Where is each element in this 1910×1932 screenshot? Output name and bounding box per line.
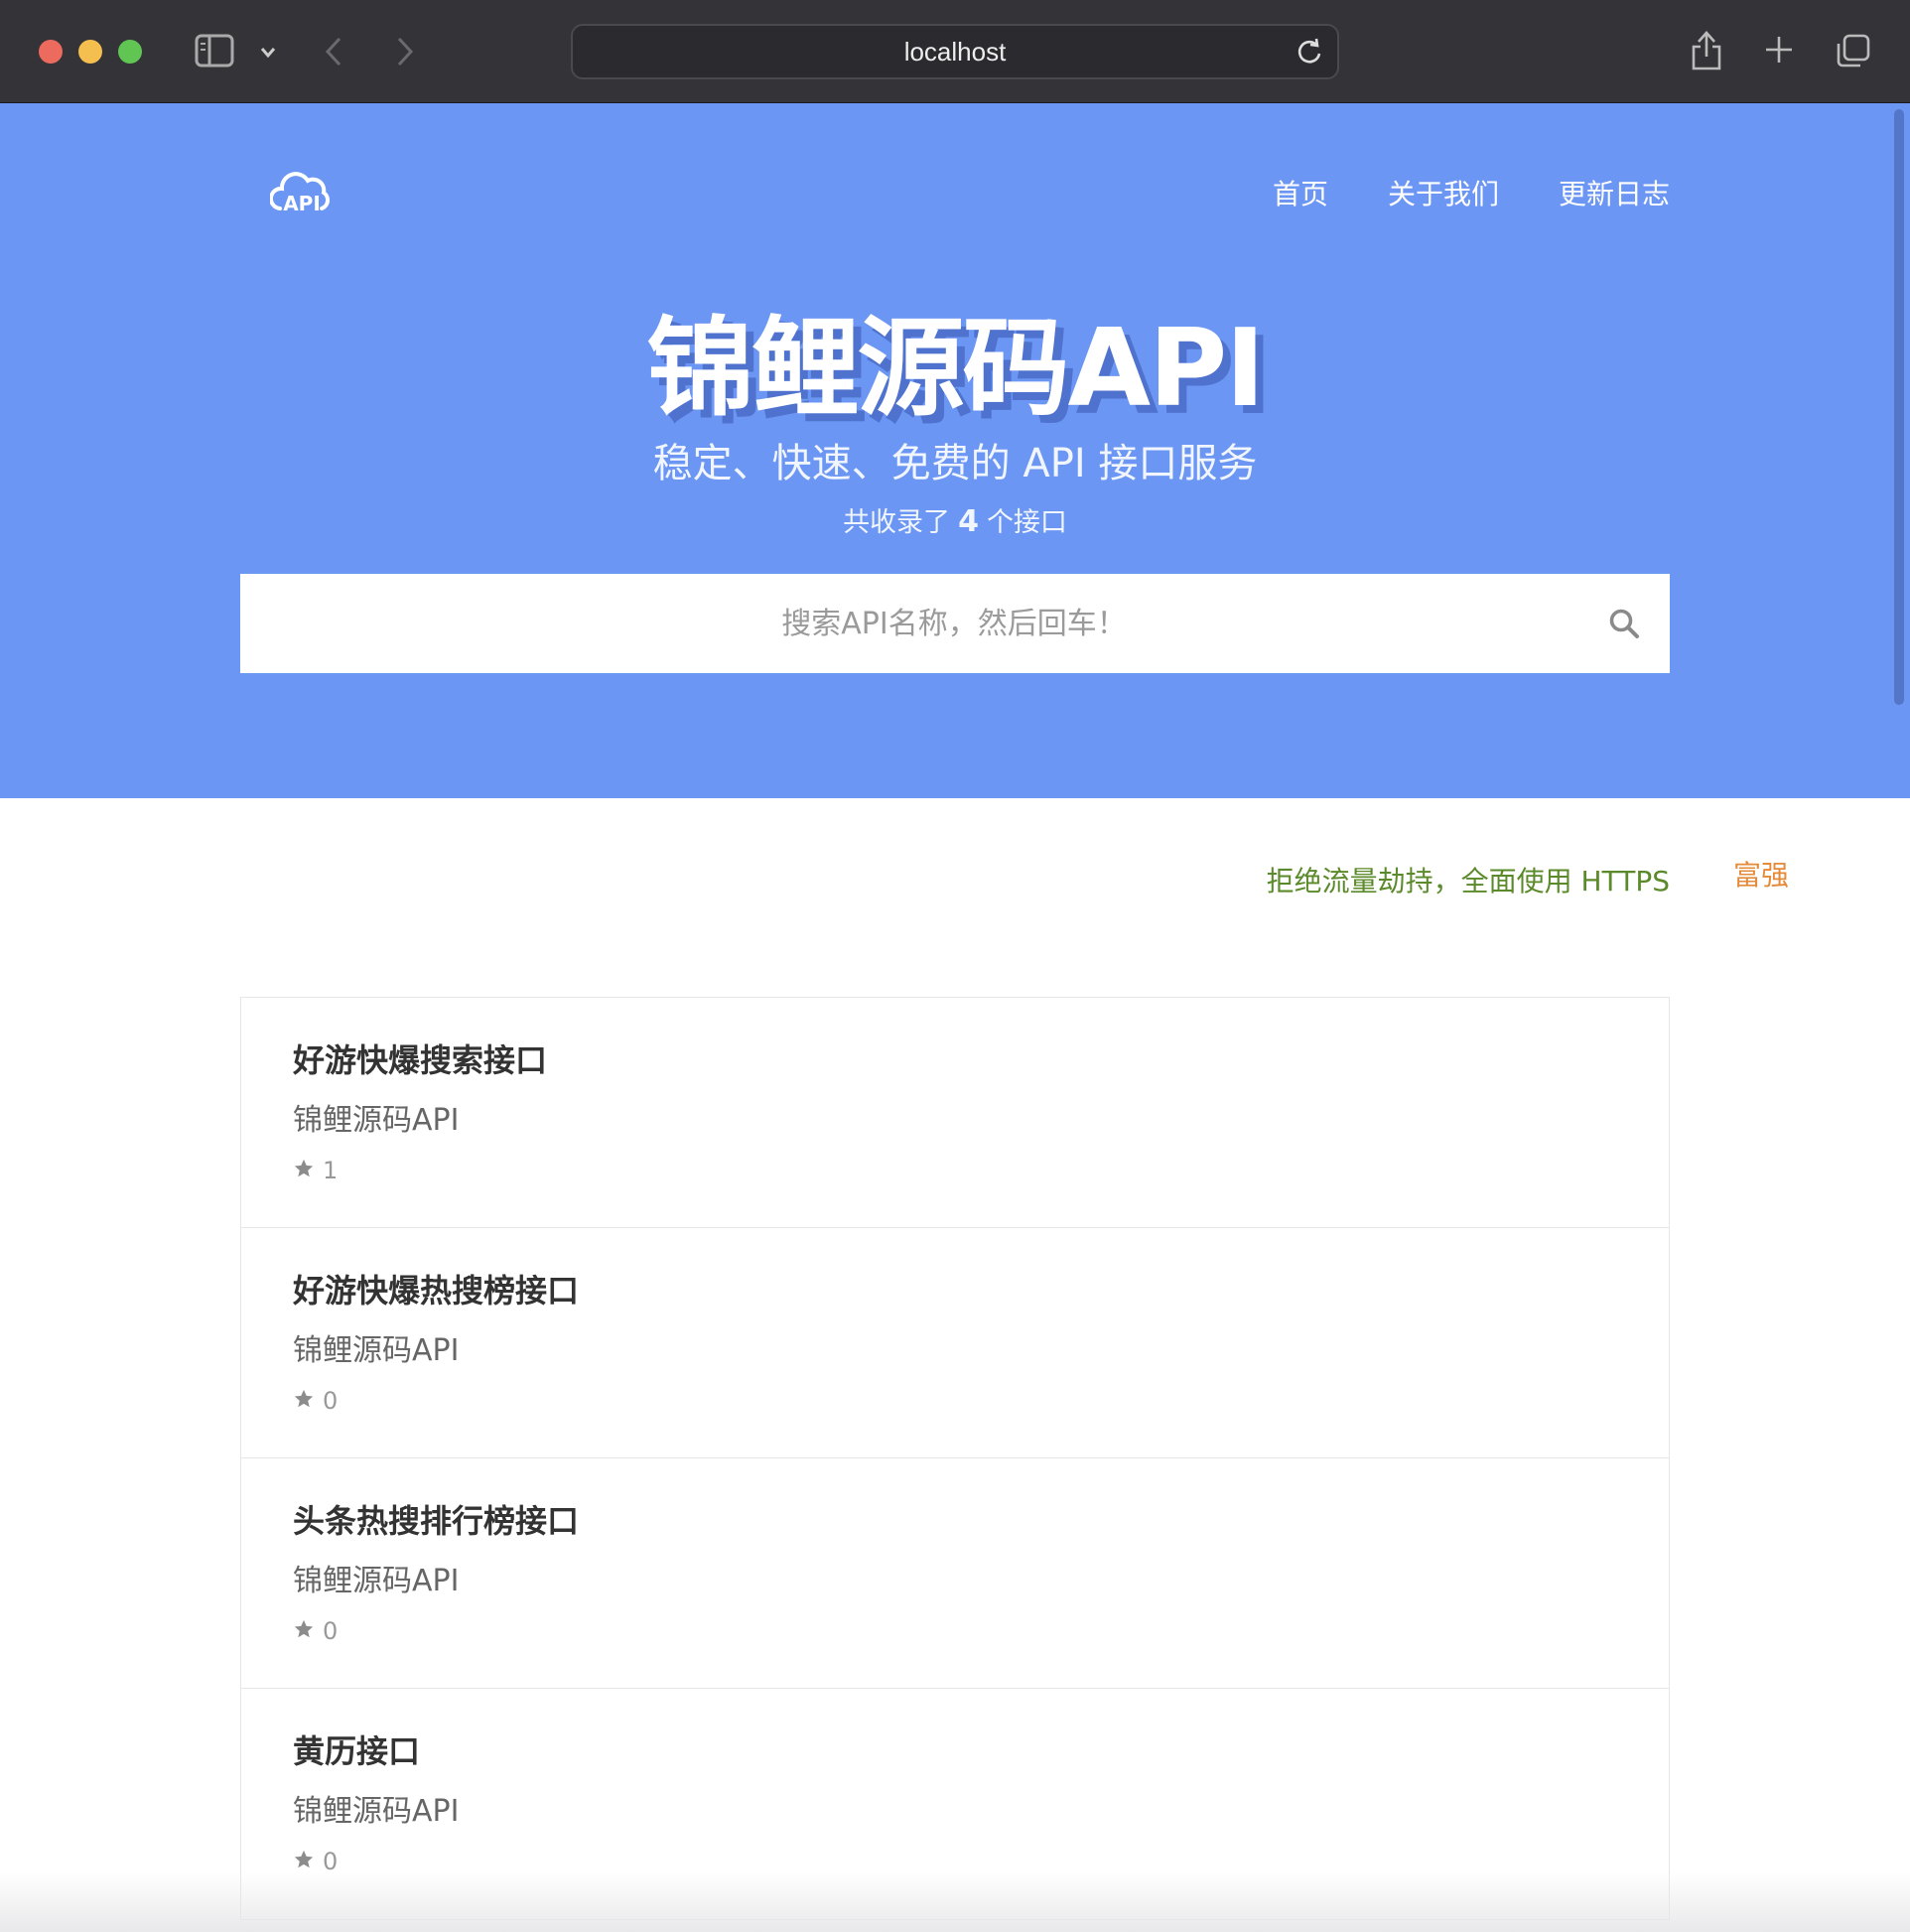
api-count: 共收录了 4 个接口 [0,500,1910,539]
chevron-down-icon[interactable] [260,44,276,63]
logo-text: API [283,192,321,215]
window-bottom-edge [0,1872,1910,1932]
nav-home[interactable]: 首页 [1273,173,1328,212]
side-notice: 富强 [1733,859,1790,892]
list-item[interactable]: 好游快爆搜索接口 锦鲤源码API 1 [241,998,1669,1228]
sidebar-toggle-icon[interactable] [195,34,234,71]
api-count-value: 4 [958,504,979,539]
api-list: 好游快爆搜索接口 锦鲤源码API 1 好游快爆热搜榜接口 锦鲤源码API 0 头… [240,997,1670,1920]
new-tab-icon[interactable] [1763,34,1795,69]
hero-subtitle: 稳定、快速、免费的 API 接口服务 [652,441,1258,486]
api-name: 好游快爆搜索接口 [293,1041,548,1079]
logo[interactable]: API [269,171,334,222]
star-count: 0 [323,1387,339,1415]
search-icon[interactable] [1608,608,1640,643]
list-item[interactable]: 头条热搜排行榜接口 锦鲤源码API 0 [241,1458,1669,1689]
address-bar[interactable]: localhost [571,24,1339,79]
api-count-suffix: 个接口 [986,507,1067,538]
api-stars: 0 [293,1617,338,1645]
star-count: 0 [323,1617,339,1645]
api-stars: 1 [293,1157,338,1184]
back-icon[interactable] [324,36,343,71]
search-box [240,574,1670,673]
api-author: 锦鲤源码API [293,1564,460,1598]
url-text: localhost [903,37,1007,67]
browser-toolbar: localhost [0,0,1910,103]
star-icon [293,1158,315,1183]
nav-about[interactable]: 关于我们 [1388,173,1499,212]
page-title: 锦鲤源码API [646,307,1266,431]
star-count: 1 [323,1157,339,1184]
share-icon[interactable] [1690,30,1723,75]
api-count-prefix: 共收录了 [843,507,951,538]
minimize-window-button[interactable] [78,40,102,64]
api-stars: 0 [293,1387,338,1415]
main-nav: 首页 关于我们 更新日志 [1273,173,1670,212]
hero-section: API 首页 关于我们 更新日志 锦鲤源码API 稳定、快速、免费的 API 接… [0,103,1910,798]
api-name: 黄历接口 [293,1732,421,1770]
api-stars: 0 [293,1848,338,1875]
api-author: 锦鲤源码API [293,1103,460,1138]
forward-icon[interactable] [395,36,415,71]
star-icon [293,1849,315,1874]
star-count: 0 [323,1848,339,1875]
api-name: 好游快爆热搜榜接口 [293,1272,580,1310]
close-window-button[interactable] [39,40,63,64]
api-author: 锦鲤源码API [293,1794,460,1829]
tab-overview-icon[interactable] [1835,32,1872,73]
https-notice: 拒绝流量劫持，全面使用 HTTPS [1266,865,1670,897]
nav-changelog[interactable]: 更新日志 [1559,173,1670,212]
star-icon [293,1618,315,1644]
star-icon [293,1388,315,1414]
api-name: 头条热搜排行榜接口 [293,1502,580,1540]
maximize-window-button[interactable] [118,40,142,64]
search-input[interactable] [240,574,1551,673]
page-scrollbar[interactable] [1894,109,1904,705]
list-item[interactable]: 好游快爆热搜榜接口 锦鲤源码API 0 [241,1228,1669,1458]
reload-icon[interactable] [1296,38,1323,69]
api-author: 锦鲤源码API [293,1333,460,1368]
